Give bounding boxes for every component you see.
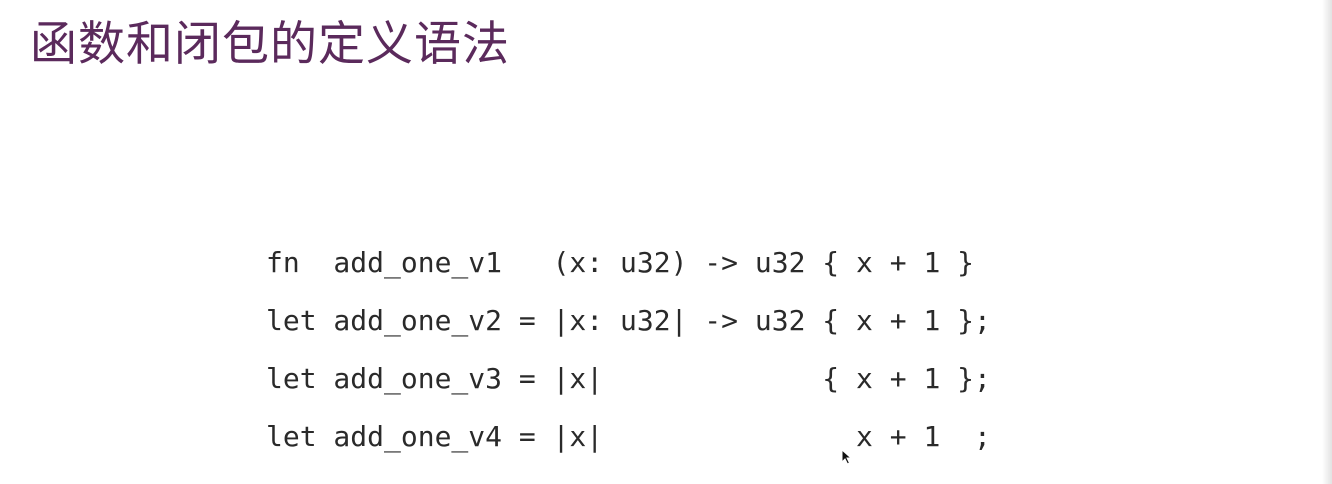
code-line-fn: fn add_one_v1 (x: u32) -> u32 { x + 1 } — [266, 246, 975, 279]
mouse-pointer-icon — [841, 449, 853, 465]
slide-title: 函数和闭包的定义语法 — [30, 17, 510, 72]
slide: 函数和闭包的定义语法 fn add_one_v1 (x: u32) -> u32… — [0, 0, 1332, 484]
code-block: fn add_one_v1 (x: u32) -> u32 { x + 1 } l… — [266, 234, 991, 466]
code-line-closure-braced: let add_one_v3 = |x| { x + 1 }; — [266, 362, 991, 395]
scrollbar-edge — [1322, 0, 1332, 484]
code-line-closure-annotated: let add_one_v2 = |x: u32| -> u32 { x + 1… — [266, 304, 991, 337]
code-line-closure-bare: let add_one_v4 = |x| x + 1 ; — [266, 420, 991, 453]
